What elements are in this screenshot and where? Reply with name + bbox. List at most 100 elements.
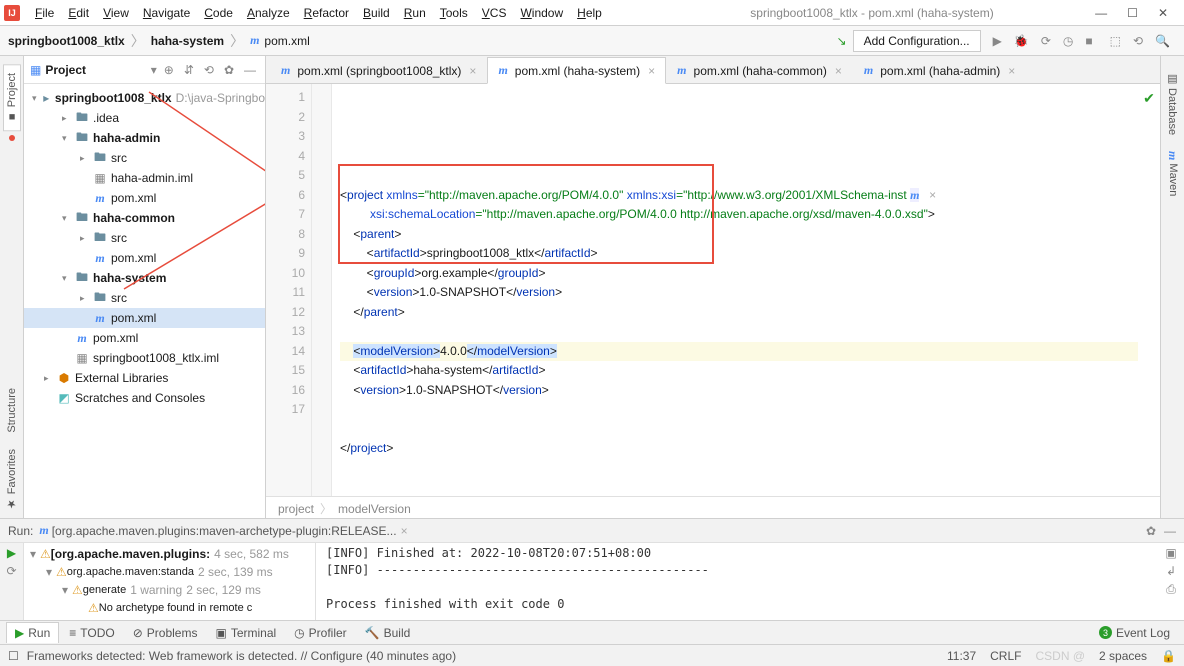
tree-node[interactable]: ▦springboot1008_ktlx.iml (24, 348, 265, 368)
menu-run[interactable]: Run (397, 3, 433, 23)
menu-navigate[interactable]: Navigate (136, 3, 197, 23)
status-message[interactable]: Frameworks detected: Web framework is de… (27, 649, 456, 663)
bottom-tab-terminal[interactable]: ▣ Terminal (207, 623, 284, 643)
project-toolwindow-tab[interactable]: ■ Project (3, 64, 21, 131)
breadcrumb-module[interactable]: haha-system (151, 34, 224, 48)
tree-node[interactable]: ▸🖿.idea (24, 108, 265, 128)
bottom-tab-problems[interactable]: ⊘ Problems (125, 623, 206, 643)
bookmark-icon[interactable] (9, 135, 15, 141)
database-toolwindow-tab[interactable]: ▤ Database (1164, 64, 1181, 143)
menu-tools[interactable]: Tools (433, 3, 475, 23)
close-run-tab[interactable]: × (401, 524, 408, 538)
debug-icon[interactable]: 🐞 (1011, 31, 1032, 51)
run-config-selector[interactable]: Add Configuration... (853, 30, 981, 52)
menu-file[interactable]: File (28, 3, 61, 23)
update-icon[interactable]: ⟲ (1130, 31, 1146, 51)
rerun-icon[interactable]: ▶ (7, 546, 16, 560)
breadcrumb-file[interactable]: pom.xml (264, 34, 309, 48)
maven-toolwindow-tab[interactable]: m Maven (1163, 143, 1182, 204)
run-tree-node[interactable]: ⚠ No archetype found in remote c (24, 599, 315, 617)
menu-view[interactable]: View (96, 3, 136, 23)
menu-build[interactable]: Build (356, 3, 397, 23)
bottom-tab-run[interactable]: ▶Run (6, 622, 59, 643)
hammer-icon[interactable]: ↘ (834, 31, 850, 51)
inspection-ok-icon[interactable]: ✔ (1143, 90, 1155, 106)
hide-icon[interactable]: — (241, 63, 259, 77)
tree-root[interactable]: ▾▸ springboot1008_ktlx D:\java-Springbo (24, 88, 265, 108)
menu-window[interactable]: Window (513, 3, 570, 23)
breadcrumb-root[interactable]: springboot1008_ktlx (8, 34, 125, 48)
git-icon[interactable]: ⬚ (1107, 31, 1124, 51)
editor-tab[interactable]: mpom.xml (haha-system)× (487, 57, 666, 84)
favorites-toolwindow-tab[interactable]: ★ Favorites (3, 441, 20, 518)
attach-icon[interactable]: ⟳ (6, 564, 16, 578)
app-icon: IJ (4, 5, 20, 21)
collapse-icon[interactable]: ⇵ (181, 63, 197, 77)
menu-code[interactable]: Code (197, 3, 240, 23)
editor-tab[interactable]: mpom.xml (haha-common)× (666, 57, 853, 83)
expand-icon[interactable]: ⟲ (201, 63, 217, 77)
status-line-sep[interactable]: CRLF (990, 649, 1021, 663)
tree-node[interactable]: ◩Scratches and Consoles (24, 388, 265, 408)
close-icon[interactable]: ✕ (1158, 6, 1168, 20)
maven-icon: m (250, 33, 259, 48)
project-view-icon: ▦ (30, 63, 41, 77)
bottom-tab-build[interactable]: 🔨 Build (357, 623, 419, 643)
tree-node[interactable]: ▾🖿haha-system (24, 268, 265, 288)
maximize-icon[interactable]: ☐ (1127, 6, 1138, 20)
settings-icon[interactable]: ✿ (221, 63, 237, 77)
bottom-tab-todo[interactable]: ≡ TODO (61, 623, 122, 643)
structure-toolwindow-tab[interactable]: Structure (4, 380, 20, 441)
print-icon[interactable]: ⎙ (1166, 582, 1176, 597)
editor-tab[interactable]: mpom.xml (springboot1008_ktlx)× (270, 57, 487, 83)
bottom-tab-profiler[interactable]: ◷ Profiler (286, 623, 355, 643)
tree-node[interactable]: mpom.xml (24, 248, 265, 268)
tree-node[interactable]: mpom.xml (24, 308, 265, 328)
run-task-name[interactable]: [org.apache.maven.plugins:maven-archetyp… (52, 524, 397, 538)
tree-node[interactable]: ▾🖿haha-admin (24, 128, 265, 148)
scroll-top-icon[interactable]: ▣ (1165, 546, 1176, 560)
soft-wrap-icon[interactable]: ↲ (1166, 564, 1176, 578)
editor-breadcrumb[interactable]: project〉modelVersion (266, 496, 1160, 518)
run-settings-icon[interactable]: ✿ (1146, 524, 1156, 538)
run-tree-node[interactable]: ▾⚠ [org.apache.maven.plugins:4 sec, 582 … (24, 545, 315, 563)
run-tree-node[interactable]: ▾⚠ org.apache.maven:standa2 sec, 139 ms (24, 563, 315, 581)
locate-icon[interactable]: ⊕ (161, 63, 177, 77)
status-bar-icon[interactable]: ☐ (8, 649, 19, 663)
menu-vcs[interactable]: VCS (475, 3, 514, 23)
status-indent[interactable]: 2 spaces (1099, 649, 1147, 663)
tree-node[interactable]: ▸🖿src (24, 228, 265, 248)
search-icon[interactable]: 🔍 (1152, 31, 1173, 51)
run-hide-icon[interactable]: — (1164, 524, 1176, 538)
tree-node[interactable]: ▸⬢External Libraries (24, 368, 265, 388)
run-tree-node[interactable]: ▾⚠ generate 1 warning2 sec, 129 ms (24, 581, 315, 599)
close-tab-icon[interactable]: × (1008, 64, 1015, 78)
menu-refactor[interactable]: Refactor (297, 3, 356, 23)
project-view-label[interactable]: Project (45, 63, 146, 77)
window-title: springboot1008_ktlx - pom.xml (haha-syst… (609, 6, 1095, 20)
tree-node[interactable]: ▾🖿haha-common (24, 208, 265, 228)
coverage-icon[interactable]: ⟳ (1038, 31, 1054, 51)
menu-help[interactable]: Help (570, 3, 609, 23)
tree-node[interactable]: ▦haha-admin.iml (24, 168, 265, 188)
tree-node[interactable]: ▸🖿src (24, 288, 265, 308)
tree-node[interactable]: mpom.xml (24, 328, 265, 348)
editor-tab[interactable]: mpom.xml (haha-admin)× (853, 57, 1026, 83)
close-tab-icon[interactable]: × (648, 64, 655, 78)
run-output[interactable]: [INFO] Finished at: 2022-10-08T20:07:51+… (316, 543, 1158, 620)
menu-edit[interactable]: Edit (61, 3, 96, 23)
tree-node[interactable]: mpom.xml (24, 188, 265, 208)
breadcrumb[interactable]: springboot1008_ktlx 〉 haha-system 〉 m po… (8, 31, 310, 51)
tree-node[interactable]: ▸🖿src (24, 148, 265, 168)
profile-icon[interactable]: ◷ (1060, 31, 1076, 51)
menu-analyze[interactable]: Analyze (240, 3, 297, 23)
event-log-button[interactable]: 3 Event Log (1091, 623, 1178, 643)
minimize-icon[interactable]: — (1095, 6, 1107, 20)
stop-icon[interactable]: ■ (1082, 31, 1095, 51)
project-view-dropdown[interactable]: ▾ (151, 63, 157, 77)
run-icon[interactable]: ▶ (990, 31, 1005, 51)
run-panel-label: Run: (8, 524, 33, 538)
close-tab-icon[interactable]: × (835, 64, 842, 78)
status-lock-icon[interactable]: 🔒 (1161, 649, 1176, 663)
close-tab-icon[interactable]: × (469, 64, 476, 78)
